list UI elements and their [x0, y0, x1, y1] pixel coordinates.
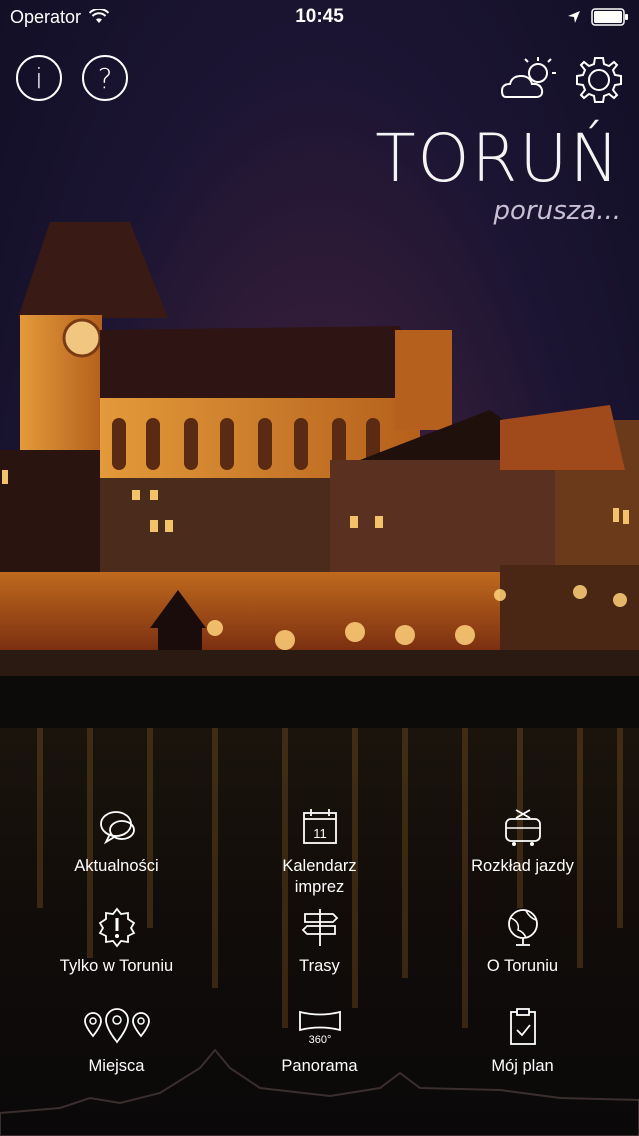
settings-gear-icon[interactable] — [573, 54, 625, 106]
menu-item-rozklad-jazdy[interactable]: Rozkład jazdy — [416, 806, 629, 877]
help-icon: ? — [97, 61, 113, 95]
menu-label: Rozkład jazdy — [471, 857, 574, 875]
panorama-360-label: 360° — [308, 1034, 331, 1046]
panorama-360-icon: 360° — [298, 1010, 341, 1046]
city-title: TORUŃ — [375, 120, 621, 197]
weather-icon[interactable] — [500, 55, 558, 103]
calendar-day-number: 11 — [313, 826, 327, 841]
menu-label: Mój plan — [491, 1057, 554, 1075]
menu-item-moj-plan[interactable]: Mój plan — [416, 1006, 629, 1077]
menu-label: Panorama — [281, 1057, 358, 1075]
carrier-label: Operator — [10, 6, 82, 27]
menu-label: Kalendarz imprez — [282, 857, 357, 896]
city-tagline: porusza... — [493, 196, 622, 226]
help-button[interactable]: ? — [82, 55, 128, 101]
menu-label: Miejsca — [88, 1057, 145, 1075]
menu-label: Aktualności — [74, 857, 159, 875]
tram-icon — [504, 809, 541, 846]
menu-item-o-toruniu[interactable]: O Toruniu — [416, 906, 629, 977]
location-arrow-icon — [568, 11, 580, 23]
menu-item-trasy[interactable]: Trasy — [213, 906, 426, 977]
menu-item-kalendarz[interactable]: 11 Kalendarz imprez — [213, 806, 426, 898]
exclamation-badge-icon — [98, 907, 135, 948]
chat-bubbles-icon — [99, 811, 135, 845]
menu-label: Tylko w Toruniu — [59, 957, 174, 975]
info-button[interactable]: i — [16, 55, 62, 101]
battery-icon — [591, 8, 628, 26]
torun-cathedral-photo — [0, 222, 639, 730]
menu-item-panorama[interactable]: 360° Panorama — [213, 1006, 426, 1077]
wifi-icon — [89, 9, 110, 23]
clipboard-check-icon — [509, 1008, 536, 1045]
menu-item-miejsca[interactable]: Miejsca — [10, 1006, 223, 1077]
signpost-icon — [301, 909, 338, 946]
info-icon: i — [35, 61, 43, 95]
map-pins-icon — [83, 1008, 150, 1044]
menu-item-tylko-w-toruniu[interactable]: Tylko w Toruniu — [10, 906, 223, 977]
menu-item-aktualnosci[interactable]: Aktualności — [10, 806, 223, 877]
status-bar: Operator 10:45 — [0, 0, 639, 34]
calendar-icon: 11 — [302, 809, 337, 844]
menu-label: O Toruniu — [486, 957, 559, 975]
menu-label: Trasy — [299, 957, 340, 975]
globe-icon — [507, 909, 538, 946]
